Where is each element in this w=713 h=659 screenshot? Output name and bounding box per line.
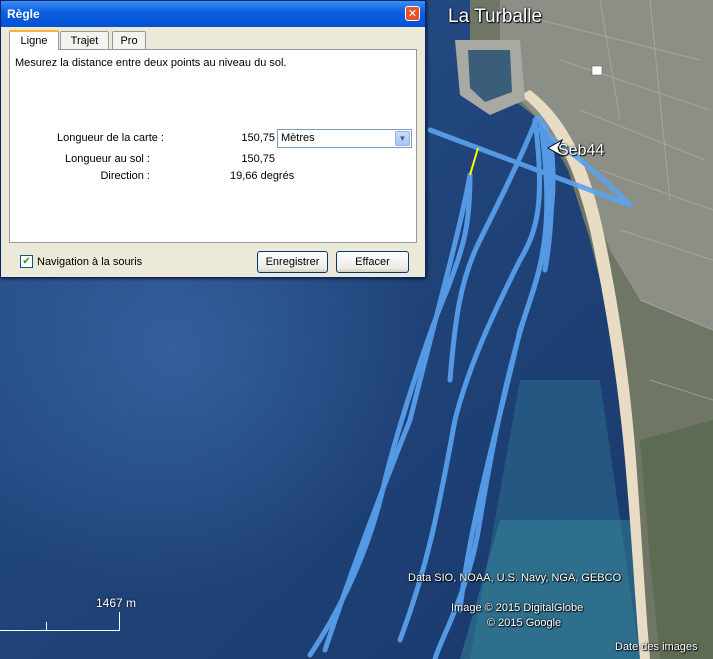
credit-google: © 2015 Google bbox=[487, 617, 562, 629]
scale-tick bbox=[46, 622, 47, 631]
credit-date: Date des images bbox=[615, 641, 698, 653]
dialog-title: Règle bbox=[7, 7, 40, 21]
credit-image: Image © 2015 DigitalGlobe bbox=[451, 602, 584, 614]
town-label: La Turballe bbox=[448, 6, 543, 27]
ground-length-label: Longueur au sol : bbox=[64, 153, 150, 165]
clear-button[interactable]: Effacer bbox=[336, 251, 409, 273]
direction-value: 19,66 degrés bbox=[230, 170, 295, 182]
unit-select[interactable]: Mètres ▼ bbox=[277, 129, 412, 148]
mouse-navigation-label: Navigation à la souris bbox=[37, 256, 143, 268]
scale-label: 1467 m bbox=[96, 596, 137, 610]
description-text: Mesurez la distance entre deux points au… bbox=[15, 57, 287, 69]
chevron-down-icon[interactable]: ▼ bbox=[395, 131, 410, 146]
tab-path[interactable]: Trajet bbox=[60, 31, 109, 49]
unit-select-value: Mètres bbox=[281, 132, 315, 144]
credit-data: Data SIO, NOAA, U.S. Navy, NGA, GEBCO bbox=[408, 572, 622, 584]
ground-length-value: 150,75 bbox=[241, 153, 275, 165]
tab-panel: Mesurez la distance entre deux points au… bbox=[9, 49, 417, 243]
tab-line[interactable]: Ligne bbox=[9, 30, 59, 50]
mouse-navigation-checkbox[interactable]: ✔ bbox=[20, 255, 33, 268]
direction-label: Direction : bbox=[100, 170, 150, 182]
tab-pro[interactable]: Pro bbox=[112, 31, 146, 49]
dialog-titlebar[interactable]: Règle ✕ bbox=[1, 1, 425, 27]
tracker-label[interactable]: Seb44 bbox=[558, 142, 604, 160]
close-icon[interactable]: ✕ bbox=[405, 6, 420, 21]
save-button[interactable]: Enregistrer bbox=[257, 251, 328, 273]
map-length-value: 150,75 bbox=[241, 132, 275, 144]
scale-bar bbox=[0, 612, 120, 631]
map-length-label: Longueur de la carte : bbox=[56, 132, 164, 144]
ruler-dialog: Règle ✕ Ligne Trajet Pro Mesurez la dist… bbox=[0, 0, 426, 278]
poi-marker-icon[interactable] bbox=[591, 65, 603, 76]
